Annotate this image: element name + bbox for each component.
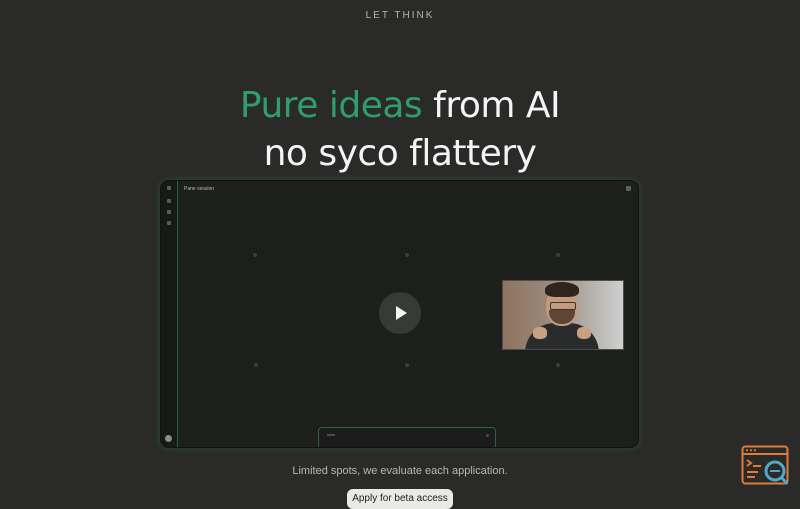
input-placeholder-mark xyxy=(327,434,335,436)
webcam-overlay xyxy=(502,280,624,350)
presenter-hand xyxy=(533,327,547,339)
expand-icon xyxy=(626,186,631,191)
sidebar-home-icon xyxy=(167,186,171,190)
canvas-node xyxy=(254,363,258,367)
avatar xyxy=(165,435,172,442)
sidebar-chat-icon xyxy=(167,210,171,214)
presenter-hand xyxy=(577,327,591,339)
hero-line-1: Pure ideas from AI xyxy=(0,82,800,130)
canvas-node xyxy=(556,253,560,257)
hero-accent-text: Pure ideas xyxy=(239,85,423,126)
presenter-glasses xyxy=(550,302,576,310)
play-icon[interactable] xyxy=(379,292,421,334)
limited-spots-text: Limited spots, we evaluate each applicat… xyxy=(292,465,508,477)
canvas-node xyxy=(405,363,409,367)
hero-line-2: no syco flattery xyxy=(263,133,537,174)
canvas-node xyxy=(253,253,257,257)
sidebar-settings-icon xyxy=(167,221,171,225)
demo-video-frame[interactable]: Pane session xyxy=(161,181,638,447)
presenter-hair xyxy=(545,282,579,297)
canvas-node xyxy=(405,253,409,257)
sidebar-new-icon xyxy=(167,199,171,203)
hero-line-1-rest: from AI xyxy=(433,85,561,126)
chat-input[interactable] xyxy=(318,427,496,447)
hero-heading: Pure ideas from AI no syco flattery xyxy=(0,82,800,178)
canvas-node xyxy=(556,363,560,367)
apply-button[interactable]: Apply for beta access xyxy=(347,489,453,509)
session-title: Pane session xyxy=(184,186,215,192)
send-icon xyxy=(486,434,489,437)
video-sidebar xyxy=(161,181,178,447)
terminal-search-icon[interactable] xyxy=(741,445,789,487)
brand-logo[interactable]: LET THINK xyxy=(0,10,800,21)
